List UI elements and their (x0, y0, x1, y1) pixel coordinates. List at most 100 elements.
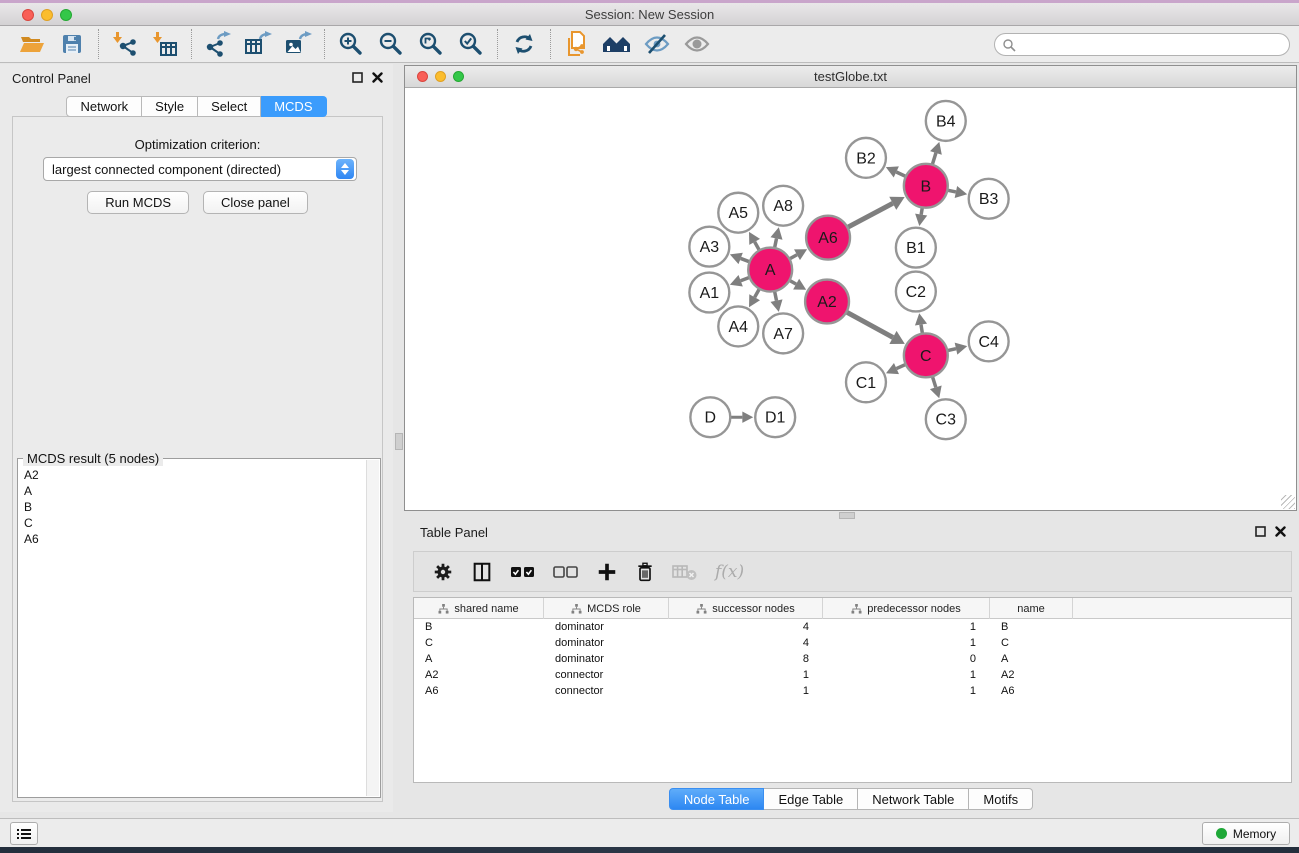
import-network-icon[interactable] (105, 28, 145, 60)
zoom-fit-icon[interactable] (411, 28, 451, 60)
column-header-name[interactable]: name (990, 598, 1073, 619)
search-input[interactable] (994, 33, 1290, 56)
table-cell: connector (544, 667, 669, 683)
delete-column-icon[interactable] (635, 561, 655, 583)
table-cell: 1 (823, 635, 990, 651)
column-header-successor-nodes[interactable]: successor nodes (669, 598, 823, 619)
node-label-A2: A2 (817, 294, 837, 311)
table-cell: A6 (990, 683, 1073, 699)
main-titlebar: Session: New Session (0, 3, 1299, 26)
add-column-icon[interactable] (596, 561, 618, 583)
function-builder-icon[interactable]: f(x) (715, 562, 744, 582)
table-cell: connector (544, 683, 669, 699)
table-row[interactable]: Cdominator41C (414, 635, 1291, 651)
table-panel-header: Table Panel (410, 518, 1292, 546)
search-field[interactable] (1016, 36, 1289, 54)
zoom-out-icon[interactable] (371, 28, 411, 60)
table-row[interactable]: Adominator80A (414, 651, 1291, 667)
result-scrollbar[interactable] (366, 460, 379, 796)
import-table-icon[interactable] (145, 28, 185, 60)
mcds-result-item[interactable]: A (20, 483, 365, 499)
tab-style[interactable]: Style (142, 96, 198, 117)
toolbar-separator (191, 29, 192, 59)
table-panel-title: Table Panel (420, 525, 488, 540)
table-row[interactable]: A2connector11A2 (414, 667, 1291, 683)
float-table-panel-icon[interactable] (1255, 526, 1266, 537)
table-header: shared nameMCDS rolesuccessor nodesprede… (414, 598, 1291, 619)
mcds-tab-content: Optimization criterion: largest connecte… (12, 116, 383, 802)
main-toolbar (0, 26, 1299, 63)
tab-node-table[interactable]: Node Table (669, 788, 765, 810)
control-panel: Control Panel NetworkStyleSelectMCDS Opt… (0, 64, 393, 812)
table-cell: A (414, 651, 544, 667)
tab-select[interactable]: Select (198, 96, 261, 117)
task-history-button[interactable] (10, 822, 38, 845)
node-label-B3: B3 (979, 191, 999, 208)
run-mcds-button[interactable]: Run MCDS (87, 191, 189, 214)
hide-selected-icon[interactable] (637, 28, 677, 60)
table-cell: 1 (823, 667, 990, 683)
close-panel-button[interactable]: Close panel (203, 191, 308, 214)
clone-network-icon[interactable] (557, 28, 597, 60)
window-resize-grip[interactable] (1281, 495, 1295, 509)
table-cell: 1 (669, 683, 823, 699)
table-cell: C (990, 635, 1073, 651)
node-label-C2: C2 (906, 284, 927, 301)
selected-option: largest connected component (directed) (44, 162, 336, 177)
node-label-D1: D1 (765, 410, 786, 427)
control-panel-title: Control Panel (12, 71, 91, 86)
refresh-icon[interactable] (504, 28, 544, 60)
edge-arrow-C-C4 (955, 343, 968, 355)
network-window-titlebar: testGlobe.txt (405, 66, 1296, 88)
memory-button[interactable]: Memory (1202, 822, 1290, 845)
table-cell: 0 (823, 651, 990, 667)
table-cell: 1 (823, 683, 990, 699)
optimization-criterion-select[interactable]: largest connected component (directed) (43, 157, 357, 181)
node-label-A4: A4 (729, 319, 749, 336)
table-row[interactable]: Bdominator41B (414, 619, 1291, 635)
tab-network[interactable]: Network (66, 96, 142, 117)
open-file-icon[interactable] (12, 28, 52, 60)
edge-arrow-B-B4 (930, 142, 942, 155)
table-cell: 1 (823, 619, 990, 635)
tab-network-table[interactable]: Network Table (858, 788, 969, 810)
column-header-MCDS-role[interactable]: MCDS role (544, 598, 669, 619)
column-header-shared-name[interactable]: shared name (414, 598, 544, 619)
table-cell: C (414, 635, 544, 651)
toolbar-separator (550, 29, 551, 59)
delete-table-icon[interactable] (672, 563, 698, 581)
mcds-result-item[interactable]: A6 (20, 531, 365, 547)
tab-edge-table[interactable]: Edge Table (764, 788, 858, 810)
column-header-predecessor-nodes[interactable]: predecessor nodes (823, 598, 990, 619)
unselect-all-icon[interactable] (553, 564, 579, 580)
float-panel-icon[interactable] (352, 72, 363, 83)
tab-mcds[interactable]: MCDS (261, 96, 326, 117)
vertical-splitter-grip[interactable] (395, 433, 403, 450)
node-label-A: A (765, 262, 776, 279)
zoom-in-icon[interactable] (331, 28, 371, 60)
zoom-selected-icon[interactable] (451, 28, 491, 60)
toolbar-separator (324, 29, 325, 59)
network-canvas[interactable]: B4B2BB3A8A5A6A3B1AA1C2A2A4A7C4CC1DD1C3 (405, 89, 1296, 510)
tab-motifs[interactable]: Motifs (969, 788, 1033, 810)
edge-arrow-B-B3 (955, 186, 968, 198)
export-network-icon[interactable] (198, 28, 238, 60)
show-column-icon[interactable] (471, 561, 493, 583)
first-neighbors-icon[interactable] (597, 28, 637, 60)
close-table-panel-icon[interactable] (1275, 526, 1286, 537)
toolbar-separator (98, 29, 99, 59)
table-row[interactable]: A6connector11A6 (414, 683, 1291, 699)
mcds-result-item[interactable]: C (20, 515, 365, 531)
table-options-icon[interactable] (432, 561, 454, 583)
mcds-result-item[interactable]: B (20, 499, 365, 515)
export-table-icon[interactable] (238, 28, 278, 60)
close-panel-icon[interactable] (372, 72, 383, 83)
optimization-criterion-label: Optimization criterion: (13, 137, 382, 152)
mcds-result-item[interactable]: A2 (20, 467, 365, 483)
select-all-icon[interactable] (510, 564, 536, 580)
save-session-icon[interactable] (52, 28, 92, 60)
node-label-A5: A5 (729, 205, 749, 222)
export-image-icon[interactable] (278, 28, 318, 60)
show-all-icon[interactable] (677, 28, 717, 60)
node-label-B2: B2 (856, 150, 876, 167)
